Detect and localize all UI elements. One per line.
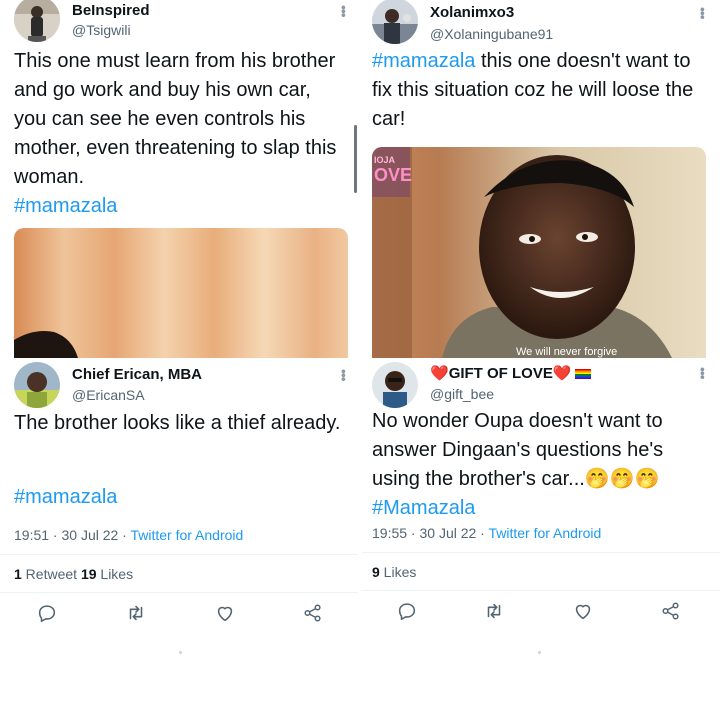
tweet-text: The brother looks like a thief already. [14, 412, 341, 434]
username[interactable]: @gift_bee [430, 386, 494, 402]
timestamp-text[interactable]: 19:51 · 30 Jul 22 · [14, 527, 130, 543]
right-column: Xolanimxo3 @Xolaningubane91 ••• #mamazal… [362, 0, 720, 720]
share-icon[interactable] [302, 602, 324, 624]
hashtag-link[interactable]: #Mamazala [372, 497, 475, 519]
retweet-label: Retweet [21, 566, 81, 582]
action-bar [362, 600, 720, 628]
retweet-icon[interactable] [483, 600, 505, 622]
tweet-text: This one must learn from his brother and… [14, 47, 346, 221]
reply-icon[interactable] [36, 602, 58, 624]
more-icon[interactable]: ••• [695, 7, 711, 19]
avatar[interactable] [372, 362, 418, 408]
video-logo-top: IOJA [374, 155, 396, 165]
tweet-xolanimxo3[interactable]: Xolanimxo3 @Xolaningubane91 ••• #mamazal… [362, 0, 720, 358]
timestamp-text[interactable]: 19:55 · 30 Jul 22 · [372, 525, 488, 541]
like-label: Likes [379, 564, 417, 580]
like-icon[interactable] [214, 602, 236, 624]
engagement-stats[interactable]: 9 Likes [372, 564, 416, 580]
like-icon[interactable] [572, 600, 594, 622]
display-name[interactable]: ❤️GIFT OF LOVE❤️ [430, 364, 591, 382]
rainbow-flag-icon [574, 369, 591, 380]
tweet-image[interactable] [14, 228, 348, 358]
divider [362, 590, 720, 591]
engagement-stats[interactable]: 1 Retweet 19 Likes [14, 566, 133, 582]
avatar[interactable] [372, 0, 418, 44]
page-dot [538, 651, 541, 654]
display-name-text: GIFT OF LOVE [448, 365, 553, 382]
like-label: Likes [96, 566, 134, 582]
heart-icon: ❤️ [430, 365, 449, 382]
tweet-gift-of-love[interactable]: ❤️GIFT OF LOVE❤️ @gift_bee ••• No wonder… [362, 356, 720, 638]
divider [362, 552, 720, 553]
tweet-body: This one must learn from his brother and… [14, 50, 337, 188]
avatar[interactable] [14, 362, 60, 408]
retweet-icon[interactable] [125, 602, 147, 624]
client-link[interactable]: Twitter for Android [130, 527, 243, 543]
tweet-beinspired[interactable]: BeInspired @Tsigwili ••• This one must l… [0, 0, 358, 360]
left-column: BeInspired @Tsigwili ••• This one must l… [0, 0, 358, 720]
display-name[interactable]: Xolanimxo3 [430, 4, 514, 21]
display-name[interactable]: Chief Erican, MBA [72, 366, 202, 383]
divider [0, 592, 358, 593]
hashtag-link[interactable]: #mamazala [14, 195, 117, 217]
retweet-count: 1 [14, 566, 22, 582]
username[interactable]: @Xolaningubane91 [430, 26, 553, 42]
divider [0, 554, 358, 555]
page-dot [179, 651, 182, 654]
like-count: 19 [80, 566, 97, 582]
heart-icon: ❤️ [552, 365, 572, 382]
client-link[interactable]: Twitter for Android [488, 525, 601, 541]
share-icon[interactable] [660, 600, 682, 622]
reply-icon[interactable] [396, 600, 418, 622]
face-with-hand-over-mouth-icon: 🤭🤭🤭 [584, 468, 660, 490]
hashtag-link[interactable]: #mamazala [14, 483, 117, 512]
more-icon[interactable]: ••• [336, 369, 352, 381]
tweet-chief-erican[interactable]: Chief Erican, MBA @EricanSA ••• The brot… [0, 358, 358, 638]
display-name[interactable]: BeInspired [72, 2, 150, 19]
hashtag-link[interactable]: #mamazala [372, 50, 475, 72]
tweet-timestamp: 19:55 · 30 Jul 22 · Twitter for Android [372, 525, 601, 541]
username[interactable]: @Tsigwili [72, 22, 131, 38]
username[interactable]: @EricanSA [72, 387, 145, 403]
tweet-text: #mamazala this one doesn't want to fix t… [372, 47, 712, 134]
tweet-text: No wonder Oupa doesn't want to answer Di… [372, 407, 712, 523]
tweet-timestamp: 19:51 · 30 Jul 22 · Twitter for Android [14, 527, 243, 543]
scrollbar[interactable] [354, 125, 357, 193]
more-icon[interactable]: ••• [695, 367, 711, 379]
like-count: 9 [372, 564, 380, 580]
more-icon[interactable]: ••• [336, 5, 352, 17]
tweet-video[interactable]: IOJA OVE We will never forgive [372, 147, 706, 358]
avatar[interactable] [14, 0, 60, 42]
video-logo-bottom: OVE [374, 165, 413, 185]
action-bar [0, 602, 358, 630]
